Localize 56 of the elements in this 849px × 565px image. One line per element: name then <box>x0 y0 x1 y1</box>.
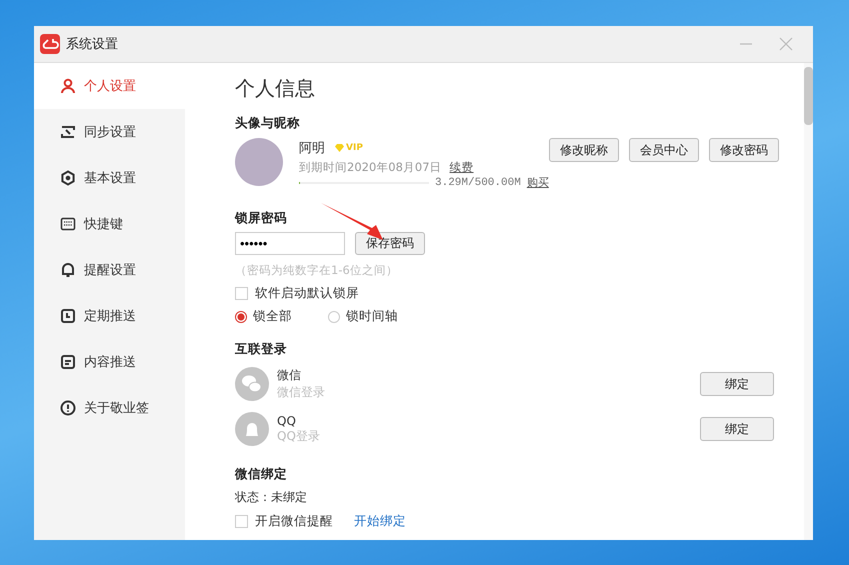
buy-link[interactable]: 购买 <box>526 175 549 190</box>
section-heading: 微信绑定 <box>235 466 288 483</box>
sidebar-item[interactable]: 快捷键 <box>34 201 185 247</box>
sidebar-item[interactable]: 定期推送 <box>34 293 185 339</box>
bind-button[interactable]: 绑定 <box>700 417 774 441</box>
profile-button[interactable]: 修改密码 <box>708 138 779 162</box>
bind-button[interactable]: 绑定 <box>700 372 774 396</box>
penguin-icon <box>235 412 269 446</box>
sidebar-item[interactable]: 关于敬业签 <box>34 385 185 431</box>
diamond-icon <box>335 144 344 152</box>
account-name: QQ <box>277 414 297 428</box>
start-binding-link[interactable]: 开始绑定 <box>354 513 406 530</box>
sidebar-item[interactable]: 内容推送 <box>34 339 185 385</box>
checkbox[interactable] <box>235 515 248 528</box>
close-icon[interactable] <box>779 37 793 51</box>
sidebar-item[interactable]: 个人设置 <box>34 63 185 109</box>
avatar-picture <box>235 138 283 186</box>
save-password-button[interactable]: 保存密码 <box>355 232 425 255</box>
sidebar-item[interactable]: 同步设置 <box>34 109 185 155</box>
checkbox[interactable] <box>235 287 248 300</box>
radio-label: 锁时间轴 <box>346 308 398 325</box>
sidebar-item[interactable]: 基本设置 <box>34 155 185 201</box>
binding-status: 状态：未绑定 <box>235 489 308 506</box>
keyboard-icon <box>60 216 76 232</box>
section-heading: 互联登录 <box>235 341 288 358</box>
account-name: 微信 <box>277 367 302 384</box>
section-heading: 锁屏密码 <box>235 210 288 227</box>
section-heading: 头像与昵称 <box>235 115 301 132</box>
chat-bubbles-icon <box>235 367 269 401</box>
user-icon <box>60 78 76 94</box>
expiry-date: 到期时间2020年08月07日 <box>299 160 442 175</box>
scrollbar[interactable] <box>804 63 813 540</box>
page-title: 个人信息 <box>235 75 316 102</box>
sync-icon <box>60 124 76 140</box>
checkbox-label: 软件启动默认锁屏 <box>255 285 359 302</box>
password-hint: （密码为纯数字在1-6位之间） <box>235 263 399 278</box>
radio-label: 锁全部 <box>253 308 292 325</box>
password-field[interactable]: •••••• <box>235 232 345 255</box>
bell-icon <box>60 262 76 278</box>
window-title: 系统设置 <box>66 36 118 53</box>
renew-link[interactable]: 续费 <box>450 160 474 175</box>
sidebar-item[interactable]: 提醒设置 <box>34 247 185 293</box>
nickname: 阿明 <box>299 140 325 157</box>
checkbox-label: 开启微信提醒 <box>255 513 333 530</box>
profile-button[interactable]: 修改昵称 <box>548 138 619 162</box>
account-subtitle: 微信登录 <box>277 384 325 401</box>
app-logo-icon <box>40 34 60 54</box>
profile-button[interactable]: 会员中心 <box>628 138 699 162</box>
vip-label: VIP <box>346 143 363 153</box>
account-subtitle: QQ登录 <box>277 428 320 444</box>
radio-button[interactable] <box>235 310 247 322</box>
clock-icon <box>60 308 76 324</box>
settings-icon <box>60 170 76 186</box>
storage-reading: 3.29M/500.00M <box>435 176 521 188</box>
info-icon <box>60 400 76 416</box>
document-icon <box>60 354 76 370</box>
